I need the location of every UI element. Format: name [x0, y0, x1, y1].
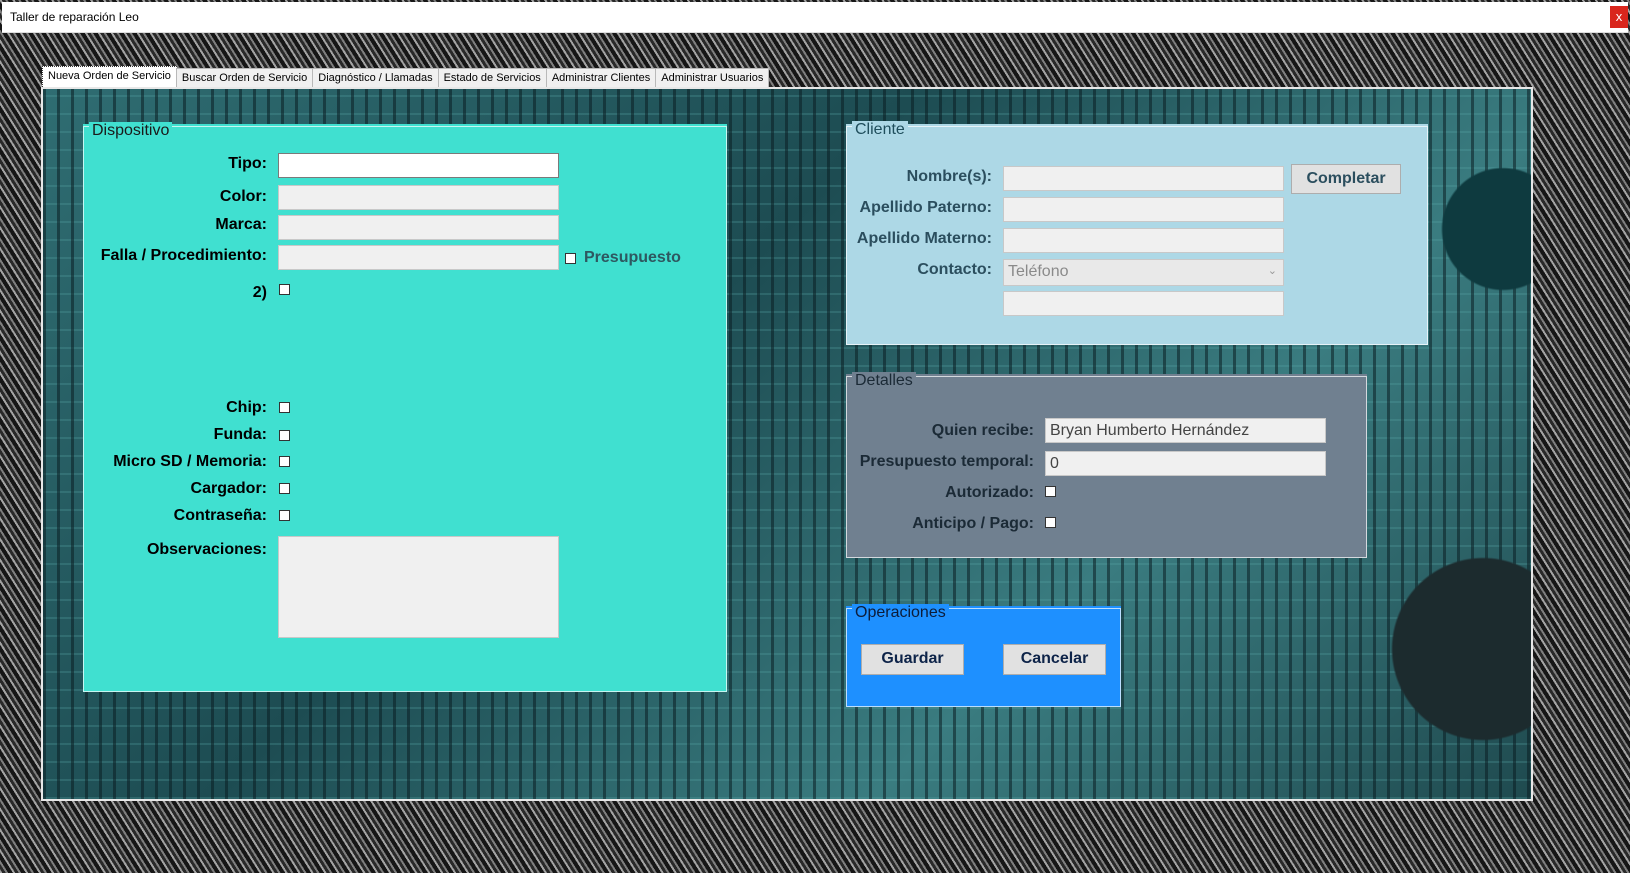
tab-buscar-orden[interactable]: Buscar Orden de Servicio	[175, 68, 314, 88]
observaciones-label: Observaciones:	[146, 541, 267, 558]
autorizado-label: Autorizado:	[945, 484, 1034, 501]
anticipo-label: Anticipo / Pago:	[912, 515, 1034, 532]
two-checkbox[interactable]	[279, 284, 290, 295]
falla-input[interactable]	[278, 245, 559, 270]
cargador-checkbox[interactable]	[279, 483, 290, 494]
dispositivo-group: Dispositivo Tipo: Color: Marca: Falla / …	[83, 122, 727, 692]
chevron-down-icon: ⌄	[1267, 265, 1277, 277]
tab-administrar-usuarios[interactable]: Administrar Usuarios	[655, 68, 770, 88]
funda-label: Funda:	[213, 426, 267, 443]
cancelar-button[interactable]: Cancelar	[1003, 644, 1106, 675]
color-label: Color:	[219, 188, 267, 205]
microsd-checkbox[interactable]	[279, 456, 290, 467]
observaciones-textarea[interactable]	[278, 536, 559, 638]
tab-estado-servicios[interactable]: Estado de Servicios	[437, 68, 547, 88]
nombre-label: Nombre(s):	[906, 168, 992, 185]
two-label: 2)	[252, 284, 267, 301]
presupuesto-temporal-label: Presupuesto temporal:	[859, 453, 1034, 470]
contacto-label: Contacto:	[917, 261, 992, 278]
color-input[interactable]	[278, 185, 559, 210]
close-icon[interactable]: x	[1610, 6, 1628, 28]
marca-label: Marca:	[215, 216, 267, 233]
tab-strip: Nueva Orden de Servicio Buscar Orden de …	[42, 66, 770, 89]
contacto-select[interactable]: Teléfono ⌄	[1003, 259, 1284, 286]
chip-label: Chip:	[226, 399, 267, 416]
presupuesto-label: Presupuesto	[584, 249, 681, 266]
quien-recibe-label: Quien recibe:	[931, 422, 1034, 439]
autorizado-checkbox[interactable]	[1045, 486, 1056, 497]
presupuesto-checkbox[interactable]	[565, 253, 576, 264]
tab-administrar-clientes[interactable]: Administrar Clientes	[545, 68, 657, 88]
presupuesto-temporal-input[interactable]: 0	[1045, 451, 1326, 476]
contacto-selected-value: Teléfono	[1008, 263, 1069, 280]
contrasena-checkbox[interactable]	[279, 510, 290, 521]
cargador-label: Cargador:	[190, 480, 267, 497]
tipo-input[interactable]	[278, 153, 559, 178]
window-titlebar: Taller de reparación Leo x	[2, 2, 1628, 33]
marca-input[interactable]	[278, 215, 559, 240]
microsd-label: Micro SD / Memoria:	[113, 453, 267, 470]
dispositivo-title: Dispositivo	[89, 122, 173, 140]
operaciones-title: Operaciones	[852, 604, 949, 622]
nombre-input[interactable]	[1003, 166, 1284, 191]
apellido-materno-input[interactable]	[1003, 228, 1284, 253]
chip-checkbox[interactable]	[279, 402, 290, 413]
cliente-group: Cliente Nombre(s): Completar Apellido Pa…	[846, 121, 1428, 345]
tab-diagnostico[interactable]: Diagnóstico / Llamadas	[312, 68, 439, 88]
contrasena-label: Contraseña:	[173, 507, 267, 524]
window-title: Taller de reparación Leo	[10, 10, 139, 24]
operaciones-group: Operaciones Guardar Cancelar	[846, 604, 1121, 707]
cliente-title: Cliente	[852, 121, 908, 139]
anticipo-checkbox[interactable]	[1045, 517, 1056, 528]
completar-button[interactable]: Completar	[1291, 164, 1401, 194]
apellido-paterno-label: Apellido Paterno:	[859, 199, 992, 216]
contacto-value-input[interactable]	[1003, 291, 1284, 316]
apellido-paterno-input[interactable]	[1003, 197, 1284, 222]
tipo-label: Tipo:	[228, 155, 267, 172]
tab-nueva-orden[interactable]: Nueva Orden de Servicio	[42, 66, 177, 89]
apellido-materno-label: Apellido Materno:	[856, 230, 992, 247]
detalles-title: Detalles	[852, 372, 916, 390]
falla-label: Falla / Procedimiento:	[100, 247, 267, 264]
funda-checkbox[interactable]	[279, 430, 290, 441]
detalles-group: Detalles Quien recibe: Bryan Humberto He…	[846, 372, 1367, 558]
guardar-button[interactable]: Guardar	[861, 644, 964, 675]
quien-recibe-input[interactable]: Bryan Humberto Hernández	[1045, 418, 1326, 443]
